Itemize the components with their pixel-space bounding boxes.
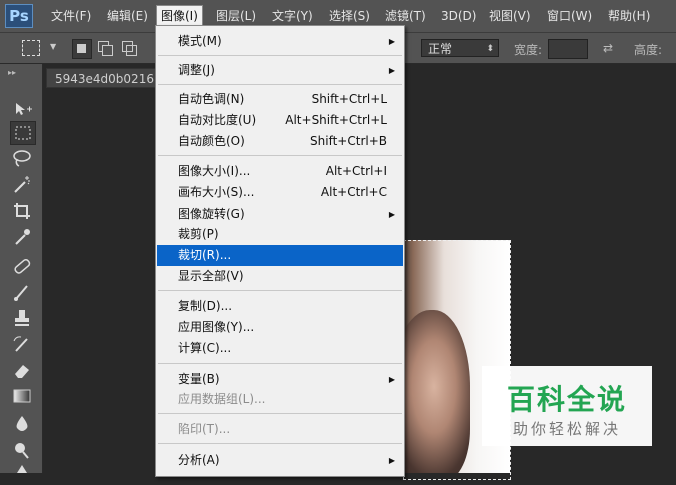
submenu-arrow-icon: ▶ <box>388 456 395 465</box>
menu-separator <box>158 443 402 444</box>
marquee-tool-icon[interactable] <box>10 121 36 145</box>
menu-item-variables[interactable]: 变量(B) ▶ <box>157 369 403 390</box>
updown-arrow-icon: ⬍ <box>486 44 494 54</box>
clone-stamp-tool-icon[interactable] <box>10 307 34 329</box>
lasso-tool-icon[interactable] <box>10 147 34 169</box>
menu-item-apply-image[interactable]: 应用图像(Y)... <box>157 317 403 338</box>
dodge-tool-icon[interactable] <box>10 439 34 461</box>
add-selection-button[interactable] <box>98 41 113 56</box>
menu-item-trap: 陷印(T)... <box>178 422 231 436</box>
photoshop-logo: Ps <box>5 4 33 28</box>
width-field[interactable] <box>548 39 588 59</box>
menu-layer[interactable]: 图层(L) <box>212 7 260 25</box>
menu-separator <box>158 84 402 85</box>
watermark-subtitle: 助你轻松解决 <box>512 420 621 438</box>
subtract-selection-button[interactable] <box>122 41 137 56</box>
menu-image[interactable]: 图像(I) <box>156 5 203 27</box>
document-tab[interactable]: 5943e4d0b0216.jpg <box>46 68 166 88</box>
menu-item-analysis[interactable]: 分析(A) ▶ <box>157 450 403 471</box>
menu-item-calculations[interactable]: 计算(C)... <box>157 338 403 359</box>
menu-item-image-rotation[interactable]: 图像旋转(G) ▶ <box>157 204 403 225</box>
tools-panel: ▸▸ <box>0 64 43 473</box>
gradient-tool-icon[interactable] <box>10 385 34 407</box>
submenu-arrow-icon: ▶ <box>388 210 395 219</box>
image-menu-dropdown: 模式(M) ▶ 调整(J) ▶ 自动色调(N) Shift+Ctrl+L 自动对比度(… <box>155 25 405 477</box>
eyedropper-tool-icon[interactable] <box>10 226 34 248</box>
menu-view[interactable]: 视图(V) <box>485 7 535 25</box>
watermark-logo: 百科全说 助你轻松解决 <box>482 366 652 446</box>
menu-item-mode[interactable]: 模式(M) ▶ <box>157 31 403 52</box>
move-tool-icon[interactable] <box>10 98 34 120</box>
swap-icon[interactable]: ⇄ <box>603 41 613 55</box>
menu-type[interactable]: 文字(Y) <box>268 7 317 25</box>
style-select[interactable]: 正常 ⬍ <box>421 39 499 57</box>
menu-separator <box>158 55 402 56</box>
magic-wand-tool-icon[interactable] <box>10 173 34 195</box>
menu-item-duplicate[interactable]: 复制(D)... <box>157 296 403 317</box>
menu-item-trim[interactable]: 裁切(R)... <box>157 245 403 266</box>
marquee-preset-icon[interactable] <box>22 40 40 56</box>
menu-edit[interactable]: 编辑(E) <box>103 7 152 25</box>
menu-separator <box>158 290 402 291</box>
height-label: 高度: <box>634 43 663 57</box>
submenu-arrow-icon: ▶ <box>388 375 395 384</box>
menu-item-auto-color[interactable]: 自动颜色(O) Shift+Ctrl+B <box>157 131 403 152</box>
pen-tool-icon[interactable] <box>10 463 34 485</box>
submenu-arrow-icon: ▶ <box>388 66 395 75</box>
menu-separator <box>158 413 402 414</box>
menu-window[interactable]: 窗口(W) <box>543 7 596 25</box>
menu-item-auto-contrast[interactable]: 自动对比度(U) Alt+Shift+Ctrl+L <box>157 110 403 131</box>
preset-chevron-icon[interactable]: ▼ <box>50 42 56 51</box>
menu-item-crop[interactable]: 裁剪(P) <box>157 224 403 245</box>
blur-tool-icon[interactable] <box>10 413 34 435</box>
panel-collapse-icon[interactable]: ▸▸ <box>8 68 16 77</box>
menu-separator <box>158 155 402 156</box>
crop-tool-icon[interactable] <box>10 200 34 222</box>
menu-item-apply-data-set: 应用数据组(L)... <box>178 392 266 406</box>
width-label: 宽度: <box>514 43 543 57</box>
watermark-title: 百科全说 <box>506 383 627 416</box>
menu-item-image-size[interactable]: 图像大小(I)... Alt+Ctrl+I <box>157 161 403 182</box>
menu-item-adjust[interactable]: 调整(J) ▶ <box>157 60 403 81</box>
menu-select[interactable]: 选择(S) <box>325 7 374 25</box>
menu-3d[interactable]: 3D(D) <box>437 7 480 25</box>
menu-item-canvas-size[interactable]: 画布大小(S)... Alt+Ctrl+C <box>157 182 403 203</box>
history-brush-tool-icon[interactable] <box>10 333 34 355</box>
menu-separator <box>158 363 402 364</box>
eraser-tool-icon[interactable] <box>10 359 34 381</box>
menu-item-auto-tone[interactable]: 自动色调(N) Shift+Ctrl+L <box>157 89 403 110</box>
menu-file[interactable]: 文件(F) <box>47 7 95 25</box>
submenu-arrow-icon: ▶ <box>388 37 395 46</box>
brush-tool-icon[interactable] <box>10 281 34 303</box>
menu-filter[interactable]: 滤镜(T) <box>381 7 430 25</box>
style-select-value: 正常 <box>428 42 453 56</box>
menu-help[interactable]: 帮助(H) <box>604 7 654 25</box>
healing-brush-tool-icon[interactable] <box>10 255 34 277</box>
new-selection-button[interactable] <box>72 39 92 59</box>
menu-item-reveal-all[interactable]: 显示全部(V) <box>157 266 403 287</box>
